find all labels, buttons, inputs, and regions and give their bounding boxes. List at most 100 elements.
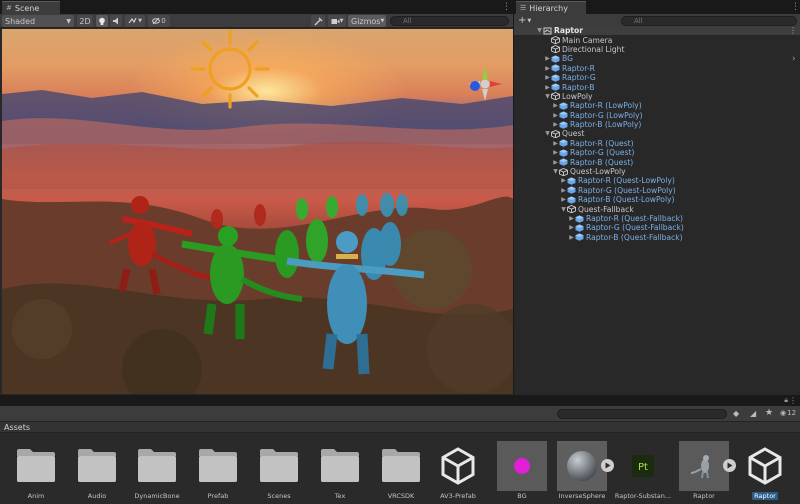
- gizmos-dropdown[interactable]: Gizmos ▼: [348, 15, 386, 27]
- hierarchy-item[interactable]: ▼ Raptor ⋮: [514, 26, 800, 36]
- hierarchy-item[interactable]: ▼ Quest-Fallback: [514, 204, 800, 214]
- expand-arrow-down-icon[interactable]: ▼: [544, 92, 551, 101]
- hidden-objects-toggle[interactable]: 0: [148, 15, 170, 27]
- folder-icon: [376, 441, 426, 491]
- hierarchy-item[interactable]: ▶ Raptor-B (Quest-Fallback): [514, 233, 800, 242]
- asset-item[interactable]: BG: [492, 440, 552, 504]
- expand-arrow-right-icon[interactable]: ▶: [544, 73, 551, 82]
- hierarchy-search-input[interactable]: [621, 16, 797, 26]
- lock-icon[interactable]: 🔒︎: [784, 396, 788, 405]
- hierarchy-item-label: Raptor-R (Quest-Fallback): [586, 214, 683, 223]
- camera-settings-dropdown[interactable]: ▼: [328, 15, 346, 27]
- expand-arrow-right-icon[interactable]: ▶: [560, 186, 567, 195]
- hierarchy-item[interactable]: ▶ Raptor-G: [514, 73, 800, 82]
- hierarchy-item[interactable]: ▶ Raptor-B (Quest-LowPoly): [514, 195, 800, 204]
- asset-item[interactable]: Anim: [6, 440, 66, 504]
- hierarchy-item[interactable]: ▶ Raptor-R (LowPoly): [514, 101, 800, 110]
- asset-item[interactable]: Pt Raptor-Substan...: [613, 440, 673, 504]
- project-search-input[interactable]: [557, 409, 727, 419]
- hierarchy-item[interactable]: ▶ Raptor-R (Quest): [514, 139, 800, 148]
- tools-button[interactable]: [311, 15, 325, 27]
- hierarchy-item[interactable]: ▼ Quest-LowPoly: [514, 167, 800, 176]
- expand-arrow-right-icon[interactable]: ▶: [568, 233, 575, 242]
- expand-arrow-down-icon[interactable]: ▼: [536, 26, 543, 35]
- hierarchy-panel-menu-icon[interactable]: ⋮: [791, 2, 800, 12]
- favorite-star-icon[interactable]: ★: [765, 408, 773, 418]
- filter-by-label-icon[interactable]: ◢: [750, 409, 756, 418]
- asset-item[interactable]: AV3-Prefab: [428, 440, 488, 504]
- expand-arrow-down-icon[interactable]: ▼: [560, 205, 567, 214]
- hierarchy-item[interactable]: Main Camera: [514, 35, 800, 45]
- hierarchy-item[interactable]: ▶ Raptor-G (Quest): [514, 148, 800, 157]
- expand-arrow-right-icon[interactable]: ▶: [552, 158, 559, 167]
- hierarchy-item[interactable]: ▶ Raptor-R (Quest-Fallback): [514, 214, 800, 223]
- hierarchy-item-label: LowPoly: [562, 91, 593, 101]
- scene-search-input[interactable]: [390, 16, 509, 26]
- lighting-toggle-button[interactable]: [96, 15, 108, 27]
- asset-item[interactable]: VRCSDK: [371, 440, 431, 504]
- tab-hierarchy[interactable]: ☰ Hierarchy: [516, 1, 586, 14]
- asset-item[interactable]: Prefab: [188, 440, 248, 504]
- asset-item[interactable]: DynamicBone: [127, 440, 187, 504]
- scene-tabbar: # Scene ⋮: [0, 0, 513, 14]
- hierarchy-item[interactable]: ▶ Raptor-B (Quest): [514, 157, 800, 167]
- expand-arrow-right-icon[interactable]: ▶: [552, 148, 559, 157]
- toggle-2d-button[interactable]: 2D: [77, 15, 93, 27]
- prefab-icon: [567, 196, 576, 204]
- filter-by-type-icon[interactable]: ◆: [733, 409, 739, 418]
- shading-mode-dropdown[interactable]: Shaded ▼: [2, 15, 74, 27]
- asset-item[interactable]: Raptor: [674, 440, 736, 504]
- hidden-packages-toggle[interactable]: ◉ 12: [780, 409, 796, 417]
- audio-toggle-button[interactable]: [110, 15, 122, 27]
- expand-arrow-right-icon[interactable]: ▶: [552, 101, 559, 110]
- orientation-gizmo[interactable]: [464, 63, 506, 105]
- hierarchy-item[interactable]: ▶ BG: [514, 54, 800, 63]
- hierarchy-item[interactable]: ▼ Quest: [514, 129, 800, 138]
- expand-arrow-right-icon[interactable]: ▶: [568, 223, 575, 232]
- asset-item[interactable]: Audio: [67, 440, 127, 504]
- expand-arrow-right-icon[interactable]: ▶: [552, 120, 559, 129]
- hierarchy-item[interactable]: ▶ Raptor-B (LowPoly): [514, 120, 800, 129]
- expand-arrow-right-icon[interactable]: ▶: [560, 176, 567, 185]
- hierarchy-item[interactable]: ▼ LowPoly: [514, 92, 800, 101]
- effects-dropdown[interactable]: ▼: [125, 15, 145, 27]
- asset-item[interactable]: Tex: [310, 440, 370, 504]
- asset-item[interactable]: InverseSphere: [552, 440, 614, 504]
- asset-label: Anim: [27, 492, 45, 500]
- hierarchy-item-label: Raptor-G (Quest): [570, 148, 635, 158]
- expand-arrow-right-icon[interactable]: ▶: [544, 54, 551, 63]
- hierarchy-list-icon: ☰: [520, 4, 527, 12]
- tab-scene[interactable]: # Scene: [2, 1, 60, 14]
- expand-arrow-down-icon[interactable]: ▼: [552, 167, 559, 176]
- chevron-down-icon: ▼: [138, 18, 142, 24]
- expand-arrow-right-icon[interactable]: ▶: [568, 214, 575, 223]
- project-panel-menu-icon[interactable]: ⋮: [789, 396, 797, 405]
- scene-viewport[interactable]: [2, 29, 513, 394]
- scene-panel-menu-icon[interactable]: ⋮: [502, 2, 511, 12]
- gameobject-icon: [567, 205, 576, 214]
- scene-menu-icon[interactable]: ⋮: [789, 26, 797, 35]
- hierarchy-item[interactable]: ▶ Raptor-R: [514, 64, 800, 73]
- hierarchy-item[interactable]: ▶ Raptor-R (Quest-LowPoly): [514, 176, 800, 185]
- asset-item[interactable]: Scenes: [249, 440, 309, 504]
- expand-arrow-down-icon[interactable]: ▼: [544, 129, 551, 138]
- asset-label: BG: [517, 492, 527, 500]
- hierarchy-item[interactable]: ▶ Raptor-G (Quest-LowPoly): [514, 186, 800, 195]
- project-toolbar: ⚲ ◆ ◢ ★ ◉ 12: [0, 406, 800, 422]
- hierarchy-item[interactable]: ▶ Raptor-G (LowPoly): [514, 111, 800, 120]
- hierarchy-item[interactable]: Directional Light: [514, 45, 800, 54]
- hierarchy-item[interactable]: ▶ Raptor-G (Quest-Fallback): [514, 223, 800, 232]
- gameobject-icon: [551, 92, 560, 101]
- expand-arrow-right-icon[interactable]: ▶: [544, 83, 551, 92]
- substance-icon: Pt: [618, 441, 668, 491]
- directional-light-sun-icon[interactable]: [190, 29, 270, 109]
- expand-arrow-right-icon[interactable]: ▶: [560, 195, 567, 204]
- expand-arrow-right-icon[interactable]: ▶: [544, 64, 551, 73]
- expand-arrow-right-icon[interactable]: ▶: [552, 139, 559, 148]
- asset-item[interactable]: Raptor: [735, 440, 795, 504]
- chevron-right-icon[interactable]: ›: [792, 54, 796, 64]
- expand-arrow-right-icon[interactable]: ▶: [552, 111, 559, 120]
- hierarchy-item[interactable]: ▶ Raptor-B: [514, 82, 800, 92]
- chevron-down-icon: ▼: [66, 17, 71, 25]
- breadcrumb-assets[interactable]: Assets: [4, 422, 30, 433]
